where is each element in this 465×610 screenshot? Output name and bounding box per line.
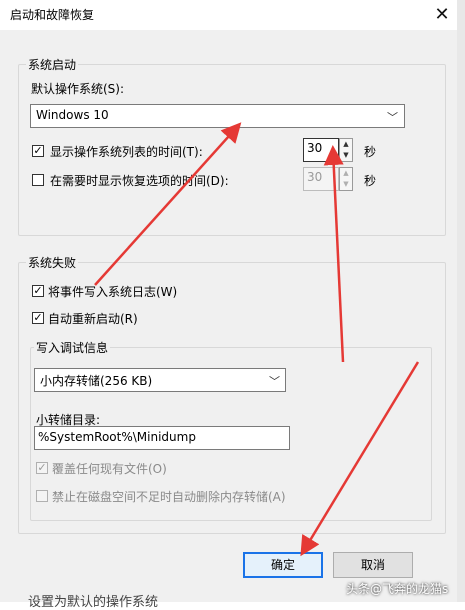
show-os-list-label: 显示操作系统列表的时间(T): — [50, 145, 203, 159]
cancel-button[interactable]: 取消 — [333, 552, 413, 578]
spin-up-icon[interactable]: ▲ — [340, 139, 352, 149]
background-text: 设置为默认的操作系统 — [28, 595, 159, 610]
dump-dir-input[interactable]: %SystemRoot%\Minidump — [34, 426, 290, 450]
title-bar: 启动和故障恢复 ✕ — [0, 0, 457, 30]
watermark: 头条@飞奔的龙猫s — [346, 582, 449, 596]
overwrite-label: 覆盖任何现有文件(O) — [52, 462, 167, 476]
ok-button[interactable]: 确定 — [243, 552, 323, 578]
recovery-time-value: 30 — [307, 170, 323, 184]
auto-restart-label: 自动重新启动(R) — [48, 312, 138, 326]
dialog-title: 启动和故障恢复 — [10, 8, 95, 22]
show-recovery-checkbox[interactable] — [32, 174, 44, 186]
chevron-down-icon: ﹀ — [387, 111, 398, 124]
dump-dir-value: %SystemRoot%\Minidump — [38, 430, 196, 444]
write-event-log-checkbox[interactable]: ✓ — [32, 285, 44, 297]
check-icon: ✓ — [33, 284, 43, 297]
system-failure-label: 系统失败 — [26, 254, 79, 271]
default-os-select[interactable]: Windows 10 ﹀ — [30, 104, 405, 128]
dump-type-value: 小内存转储(256 KB) — [40, 374, 153, 388]
show-recovery-label: 在需要时显示恢复选项的时间(D): — [50, 174, 229, 188]
spin-down-icon[interactable]: ▼ — [340, 179, 352, 189]
default-os-label: 默认操作系统(S): — [31, 82, 125, 96]
debug-info-label: 写入调试信息 — [34, 339, 111, 356]
write-event-log-label: 将事件写入系统日志(W) — [48, 285, 178, 299]
check-icon: ✓ — [33, 311, 43, 324]
dump-type-select[interactable]: 小内存转储(256 KB) ﹀ — [34, 368, 286, 392]
close-icon[interactable]: ✕ — [428, 1, 456, 29]
os-list-time-input[interactable]: 30 — [303, 138, 339, 162]
seconds-unit-label: 秒 — [364, 145, 377, 159]
disable-auto-delete-checkbox[interactable] — [36, 490, 48, 502]
background-window-edge — [457, 0, 465, 602]
show-os-list-checkbox[interactable]: ✓ — [32, 145, 44, 157]
os-list-time-value: 30 — [307, 141, 323, 155]
check-icon: ✓ — [33, 144, 43, 157]
spin-up-icon[interactable]: ▲ — [340, 168, 352, 178]
default-os-value: Windows 10 — [36, 108, 109, 122]
cancel-button-label: 取消 — [360, 558, 385, 572]
recovery-time-spinner[interactable]: ▲ ▼ — [339, 167, 353, 191]
os-list-time-spinner[interactable]: ▲ ▼ — [339, 138, 353, 162]
auto-restart-checkbox[interactable]: ✓ — [32, 312, 44, 324]
ok-button-label: 确定 — [270, 558, 295, 572]
disable-auto-delete-label: 禁止在磁盘空间不足时自动删除内存转储(A) — [52, 490, 286, 504]
spin-down-icon[interactable]: ▼ — [340, 150, 352, 160]
system-startup-label: 系统启动 — [26, 56, 79, 73]
recovery-time-input[interactable]: 30 — [303, 167, 339, 191]
check-icon: ✓ — [37, 461, 47, 474]
chevron-down-icon: ﹀ — [269, 375, 280, 388]
overwrite-checkbox[interactable]: ✓ — [36, 462, 48, 474]
seconds-unit-label: 秒 — [364, 174, 377, 188]
startup-recovery-dialog: 启动和故障恢复 ✕ 系统启动 默认操作系统(S): Windows 10 ﹀ ✓… — [0, 0, 458, 602]
